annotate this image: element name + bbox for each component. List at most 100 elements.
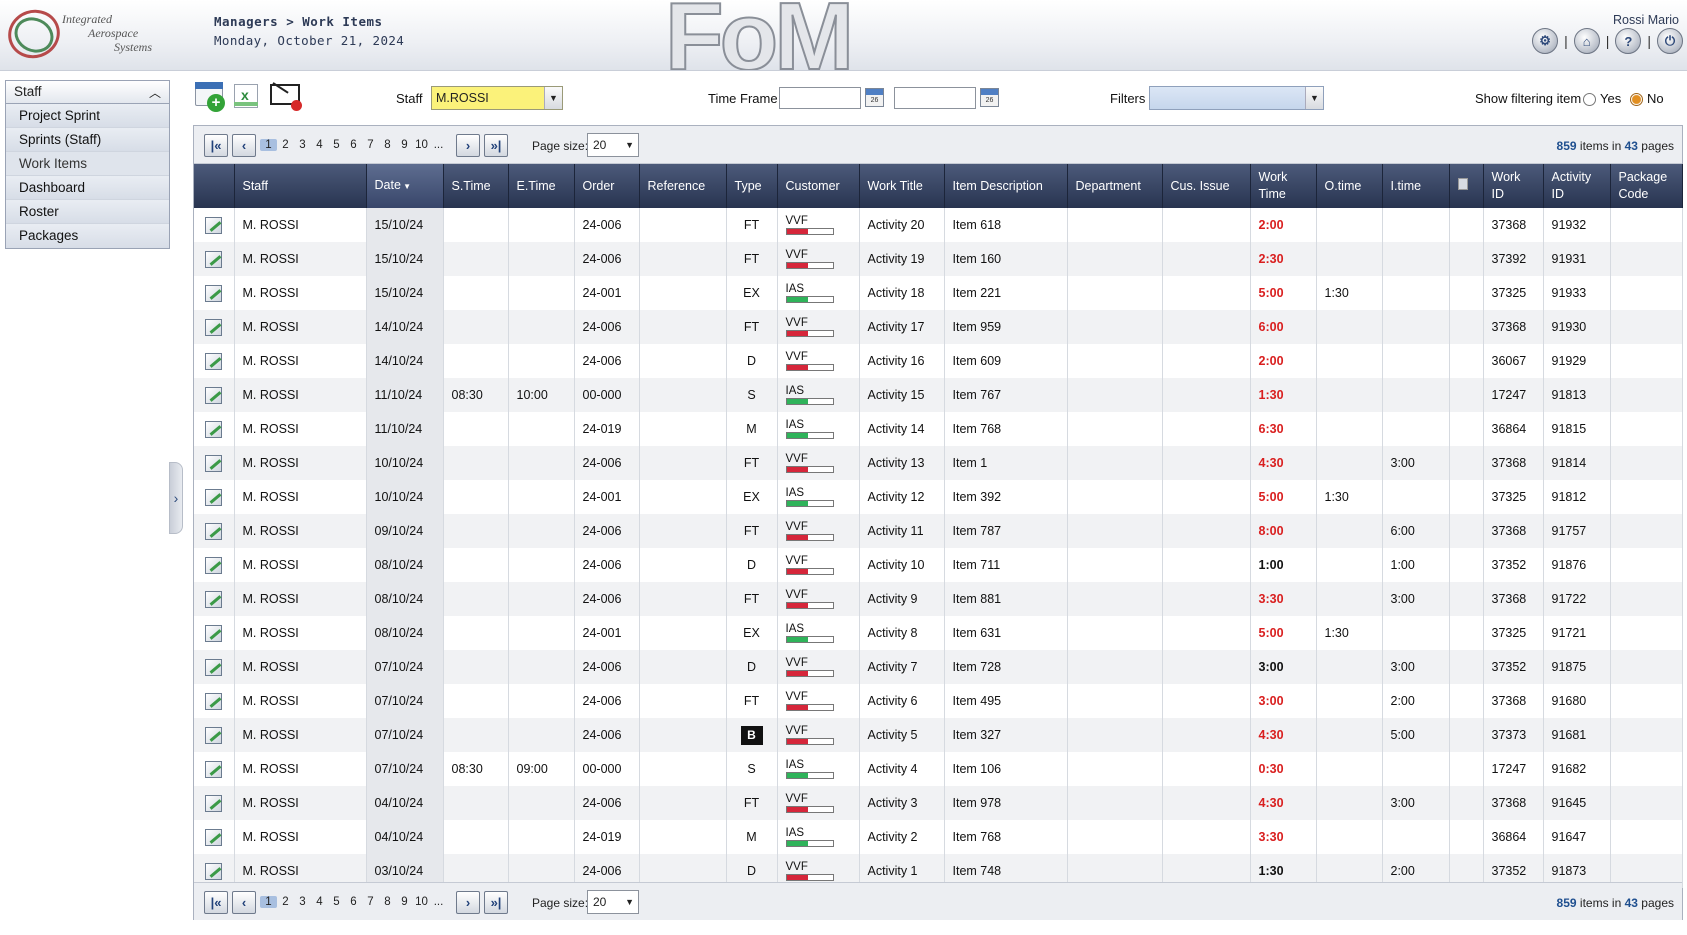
- edit-icon[interactable]: [205, 862, 223, 880]
- edit-icon[interactable]: [205, 250, 223, 268]
- table-row[interactable]: M. ROSSI 08/10/24 24-001 EX IAS Activity 8 Ite…: [194, 616, 1683, 650]
- edit-icon[interactable]: [205, 420, 223, 438]
- page-number[interactable]: 4: [311, 896, 328, 908]
- table-row[interactable]: M. ROSSI 04/10/24 24-019 M IAS Activity 2 Item…: [194, 820, 1683, 854]
- sidebar-item-packages[interactable]: Packages: [6, 224, 169, 248]
- timeframe-from-input[interactable]: [779, 87, 861, 109]
- help-icon[interactable]: ?: [1615, 28, 1642, 54]
- last-page-icon[interactable]: »|: [484, 891, 508, 914]
- home-icon[interactable]: ⌂: [1573, 28, 1600, 54]
- sidebar-header[interactable]: Staff ︿: [6, 81, 169, 104]
- table-row[interactable]: M. ROSSI 09/10/24 24-006 FT VVF Activity 11 It…: [194, 514, 1683, 548]
- page-number[interactable]: 7: [362, 139, 379, 151]
- table-row[interactable]: M. ROSSI 14/10/24 24-006 D VVF Activity 16 Ite…: [194, 344, 1683, 378]
- page-number[interactable]: 3: [294, 896, 311, 908]
- prev-page-icon[interactable]: ‹: [232, 891, 256, 914]
- sort-desc-icon[interactable]: ▼: [401, 182, 411, 191]
- column-header[interactable]: Cus. Issue: [1162, 164, 1251, 208]
- edit-icon[interactable]: [205, 488, 223, 506]
- notes-column-icon[interactable]: [1449, 164, 1484, 208]
- table-row[interactable]: M. ROSSI 07/10/24 24-006 FT VVF Activity 6 Ite…: [194, 684, 1683, 718]
- filters-select[interactable]: ▼: [1149, 86, 1324, 110]
- page-size-select[interactable]: 20 ▼: [587, 890, 639, 914]
- edit-icon[interactable]: [205, 216, 223, 234]
- column-header[interactable]: [194, 164, 235, 208]
- edit-icon[interactable]: [205, 828, 223, 846]
- table-row[interactable]: M. ROSSI 10/10/24 24-006 FT VVF Activity 13 It…: [194, 446, 1683, 480]
- calendar-icon[interactable]: 26: [865, 88, 884, 107]
- user-name[interactable]: Rossi Mario: [1613, 13, 1679, 27]
- table-row[interactable]: M. ROSSI 14/10/24 24-006 FT VVF Activity 17 It…: [194, 310, 1683, 344]
- page-number[interactable]: 7: [362, 896, 379, 908]
- edit-icon[interactable]: [205, 386, 223, 404]
- add-item-icon[interactable]: +: [193, 80, 225, 112]
- table-row[interactable]: M. ROSSI 07/10/24 24-006 B VVF Activity 5 Item…: [194, 718, 1683, 752]
- column-header[interactable]: Staff: [234, 164, 367, 208]
- edit-icon[interactable]: [205, 794, 223, 812]
- excel-export-icon[interactable]: x: [231, 80, 263, 112]
- page-size-select[interactable]: 20 ▼: [587, 133, 639, 157]
- column-header[interactable]: Work Title: [859, 164, 945, 208]
- table-row[interactable]: M. ROSSI 07/10/24 08:30 09:00 00-000 S IAS Acti…: [194, 752, 1683, 786]
- page-number[interactable]: 2: [277, 139, 294, 151]
- column-header[interactable]: E.Time: [508, 164, 575, 208]
- staff-select[interactable]: M.ROSSI ▼: [431, 86, 563, 110]
- table-row[interactable]: M. ROSSI 07/10/24 24-006 D VVF Activity 7 Item…: [194, 650, 1683, 684]
- sidebar-item-roster[interactable]: Roster: [6, 200, 169, 224]
- edit-icon[interactable]: [205, 692, 223, 710]
- column-header[interactable]: Item Description: [944, 164, 1068, 208]
- page-number[interactable]: 1: [260, 139, 277, 151]
- first-page-icon[interactable]: |«: [204, 134, 228, 157]
- column-header[interactable]: Reference: [639, 164, 727, 208]
- chevron-down-icon[interactable]: ▼: [625, 140, 634, 150]
- table-row[interactable]: M. ROSSI 15/10/24 24-006 FT VVF Activity 19 It…: [194, 242, 1683, 276]
- page-number[interactable]: 8: [379, 896, 396, 908]
- page-number[interactable]: 8: [379, 139, 396, 151]
- table-row[interactable]: M. ROSSI 04/10/24 24-006 FT VVF Activity 3 Ite…: [194, 786, 1683, 820]
- page-number[interactable]: 10: [413, 896, 430, 908]
- edit-icon[interactable]: [205, 760, 223, 778]
- page-number[interactable]: 4: [311, 139, 328, 151]
- last-page-icon[interactable]: »|: [484, 134, 508, 157]
- page-number[interactable]: ...: [430, 896, 447, 908]
- page-number[interactable]: 1: [260, 896, 277, 908]
- sidebar-item-dashboard[interactable]: Dashboard: [6, 176, 169, 200]
- page-number[interactable]: 9: [396, 896, 413, 908]
- next-page-icon[interactable]: ›: [456, 891, 480, 914]
- next-page-icon[interactable]: ›: [456, 134, 480, 157]
- column-header[interactable]: Work Time: [1250, 164, 1317, 208]
- edit-icon[interactable]: [205, 658, 223, 676]
- chevron-down-icon[interactable]: ▼: [544, 87, 562, 109]
- edit-icon[interactable]: [205, 556, 223, 574]
- page-number[interactable]: 5: [328, 896, 345, 908]
- page-number[interactable]: ...: [430, 139, 447, 151]
- timeframe-to-input[interactable]: [894, 87, 976, 109]
- column-header[interactable]: Date ▼: [366, 164, 444, 208]
- power-icon[interactable]: ⏻: [1657, 28, 1683, 54]
- sidebar-toggle-chevron-icon[interactable]: ›: [169, 462, 183, 534]
- column-header[interactable]: Work ID: [1483, 164, 1544, 208]
- prev-page-icon[interactable]: ‹: [232, 134, 256, 157]
- column-header[interactable]: Department: [1067, 164, 1163, 208]
- edit-icon[interactable]: [205, 318, 223, 336]
- page-number[interactable]: 6: [345, 896, 362, 908]
- table-row[interactable]: M. ROSSI 10/10/24 24-001 EX IAS Activity 12 It…: [194, 480, 1683, 514]
- page-number[interactable]: 3: [294, 139, 311, 151]
- column-header[interactable]: Customer: [777, 164, 860, 208]
- edit-icon[interactable]: [205, 352, 223, 370]
- page-number[interactable]: 2: [277, 896, 294, 908]
- first-page-icon[interactable]: |«: [204, 891, 228, 914]
- show-filtering-no[interactable]: No: [1630, 91, 1664, 107]
- edit-icon[interactable]: [205, 454, 223, 472]
- calendar-icon[interactable]: 26: [980, 88, 999, 107]
- page-number[interactable]: 5: [328, 139, 345, 151]
- table-row[interactable]: M. ROSSI 08/10/24 24-006 FT VVF Activity 9 Ite…: [194, 582, 1683, 616]
- radio-no[interactable]: [1630, 93, 1643, 107]
- edit-icon[interactable]: [205, 590, 223, 608]
- edit-icon[interactable]: [205, 284, 223, 302]
- column-header[interactable]: Activity ID: [1543, 164, 1611, 208]
- page-number[interactable]: 10: [413, 139, 430, 151]
- table-row[interactable]: M. ROSSI 15/10/24 24-006 FT VVF Activity 20 It…: [194, 208, 1683, 242]
- show-filtering-yes[interactable]: Yes: [1583, 91, 1621, 107]
- edit-icon[interactable]: [205, 726, 223, 744]
